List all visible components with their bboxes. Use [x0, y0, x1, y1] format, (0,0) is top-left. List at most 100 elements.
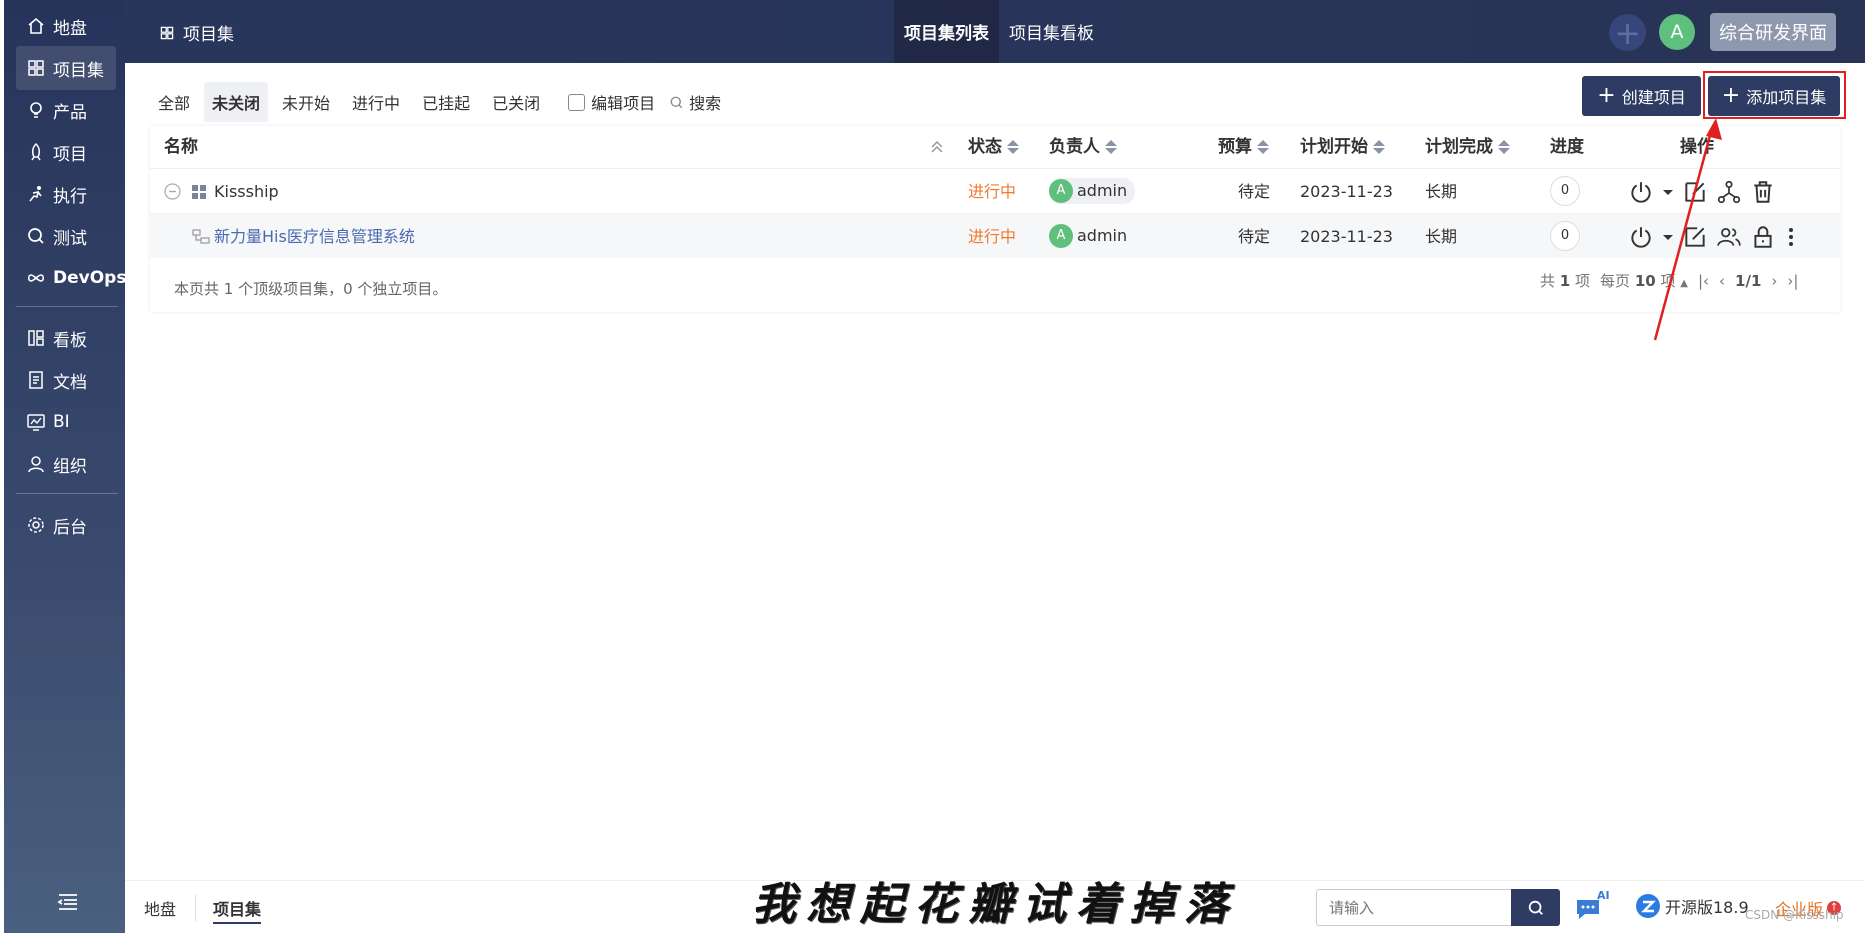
sidebar-item-product[interactable]: 产品 — [16, 88, 116, 132]
avatar: A — [1049, 224, 1073, 248]
more-icon[interactable] — [1784, 224, 1798, 250]
edit-project-checkbox[interactable]: 编辑项目 — [568, 90, 655, 114]
gear-icon — [28, 517, 44, 533]
filter-unclosed[interactable]: 未关闭 — [204, 82, 269, 122]
global-search-button[interactable] — [1511, 889, 1560, 926]
edit-project-label: 编辑项目 — [591, 94, 656, 113]
col-header-budget[interactable]: 预算 — [1218, 126, 1269, 168]
prev-page-icon[interactable]: ‹ — [1719, 272, 1725, 290]
filter-not-started[interactable]: 未开始 — [274, 82, 338, 122]
power-icon[interactable] — [1628, 224, 1654, 250]
ai-label: AI — [1597, 889, 1610, 902]
progress-cell: 0 — [1550, 169, 1580, 214]
sidebar-item-label: 文档 — [53, 372, 87, 393]
sidebar-item-program[interactable]: 项目集 — [16, 46, 116, 90]
first-page-icon[interactable]: |‹ — [1698, 272, 1709, 290]
sidebar-item-kanban[interactable]: 看板 — [16, 316, 116, 360]
trash-icon[interactable] — [1750, 179, 1776, 205]
chart-icon — [27, 414, 45, 431]
col-actions-label: 操作 — [1680, 137, 1714, 157]
edit-icon[interactable] — [1682, 224, 1708, 250]
search-toggle[interactable]: 搜索 — [669, 90, 721, 114]
col-header-name[interactable]: 名称 — [164, 126, 198, 168]
filter-toolbar: 全部 未关闭 未开始 进行中 已挂起 已关闭 编辑项目 搜索 — [150, 82, 721, 122]
col-header-end[interactable]: 计划完成 — [1425, 126, 1510, 168]
tab-program-list[interactable]: 项目集列表 — [894, 0, 999, 63]
project-name-link[interactable]: 新力量His医疗信息管理系统 — [214, 214, 415, 259]
caret-down-icon[interactable] — [1662, 179, 1674, 205]
create-project-button[interactable]: + 创建项目 — [1582, 76, 1701, 116]
sidebar-item-test[interactable]: 测试 — [16, 214, 116, 258]
program-name-link[interactable]: Kissship — [214, 169, 279, 214]
plus-icon: + — [1614, 13, 1641, 52]
search-icon — [1528, 900, 1543, 915]
overlay-caption: 我想起花瓣试着掉落 — [752, 879, 1238, 930]
owner-chip[interactable]: Aadmin — [1049, 223, 1135, 249]
col-header-actions: 操作 — [1680, 126, 1714, 168]
collapse-all-icon[interactable] — [930, 140, 944, 154]
sidebar-item-label: BI — [53, 412, 70, 432]
breadcrumb[interactable]: 项目集 — [159, 20, 234, 45]
sidebar-item-label: 测试 — [53, 228, 87, 249]
lock-icon[interactable] — [1750, 224, 1776, 250]
bulb-icon — [30, 102, 42, 118]
collapse-row-icon[interactable] — [164, 183, 181, 200]
start-date: 2023-11-23 — [1300, 182, 1393, 201]
col-header-status[interactable]: 状态 — [968, 126, 1019, 168]
table-row: Kissship 进行中 Aadmin 待定 2023-11-23 长期 0 — [150, 168, 1840, 213]
filter-closed[interactable]: 已关闭 — [484, 82, 548, 122]
col-end-label: 计划完成 — [1425, 137, 1493, 157]
sidebar-item-org[interactable]: 组织 — [16, 442, 116, 486]
edit-icon[interactable] — [1682, 179, 1708, 205]
footer-tab-home[interactable]: 地盘 — [144, 896, 176, 920]
sidebar-item-project[interactable]: 项目 — [16, 130, 116, 174]
caret-down-icon[interactable] — [1662, 224, 1674, 250]
sidebar-item-home[interactable]: 地盘 — [16, 4, 116, 48]
sidebar-divider — [16, 306, 118, 307]
collapse-menu-icon[interactable] — [56, 890, 80, 914]
sort-icon[interactable] — [1373, 140, 1385, 154]
budget-text: 待定 — [1238, 182, 1271, 201]
sidebar-item-doc[interactable]: 文档 — [16, 358, 116, 402]
sort-icon[interactable] — [1257, 140, 1269, 154]
filter-suspended[interactable]: 已挂起 — [414, 82, 478, 122]
sidebar-item-bi[interactable]: BI — [16, 400, 116, 444]
sidebar-item-admin[interactable]: 后台 — [16, 503, 116, 547]
plus-icon: + — [1597, 83, 1616, 108]
table-summary: 本页共 1 个顶级项目集，0 个独立项目。 — [174, 280, 448, 298]
filter-all[interactable]: 全部 — [150, 82, 198, 122]
sidebar-item-devops[interactable]: DevOps — [16, 256, 126, 300]
sort-icon[interactable] — [1498, 140, 1510, 154]
col-header-owner[interactable]: 负责人 — [1049, 126, 1117, 168]
last-page-icon[interactable]: ›| — [1787, 272, 1798, 290]
owner-cell: Aadmin — [1049, 169, 1136, 214]
start-date: 2023-11-23 — [1300, 227, 1393, 246]
users-icon — [28, 456, 44, 473]
table-row: 新力量His医疗信息管理系统 进行中 Aadmin 待定 2023-11-23 … — [150, 213, 1840, 258]
owner-chip[interactable]: Aadmin — [1049, 178, 1136, 204]
global-search-input[interactable] — [1316, 889, 1512, 926]
checkbox-box[interactable] — [568, 93, 586, 111]
filter-in-progress[interactable]: 进行中 — [344, 82, 408, 122]
sort-icon[interactable] — [1105, 140, 1117, 154]
tab-program-kanban[interactable]: 项目集看板 — [999, 0, 1104, 63]
user-avatar[interactable]: A — [1659, 14, 1695, 50]
footer-tab-program[interactable]: 项目集 — [213, 896, 262, 924]
page-size-select[interactable]: 每页 10 项 ▲ — [1600, 270, 1688, 291]
col-header-start[interactable]: 计划开始 — [1300, 126, 1385, 168]
end-date: 长期 — [1425, 227, 1458, 246]
program-icon — [192, 185, 206, 199]
next-page-icon[interactable]: › — [1771, 272, 1777, 290]
status-text: 进行中 — [968, 227, 1017, 246]
power-icon[interactable] — [1628, 179, 1654, 205]
team-icon[interactable] — [1716, 224, 1742, 250]
sort-icon[interactable] — [1007, 140, 1019, 154]
sidebar-item-execution[interactable]: 执行 — [16, 172, 116, 216]
link-program-icon[interactable] — [1716, 179, 1742, 205]
version-info[interactable]: 开源版18.9 — [1635, 893, 1749, 919]
sidebar-item-label: 组织 — [53, 456, 87, 477]
col-start-label: 计划开始 — [1300, 137, 1368, 157]
quick-add-button[interactable]: + — [1609, 13, 1646, 52]
mode-switch-button[interactable]: 综合研发界面 — [1710, 13, 1836, 51]
ai-assistant-button[interactable]: AI — [1575, 889, 1610, 921]
